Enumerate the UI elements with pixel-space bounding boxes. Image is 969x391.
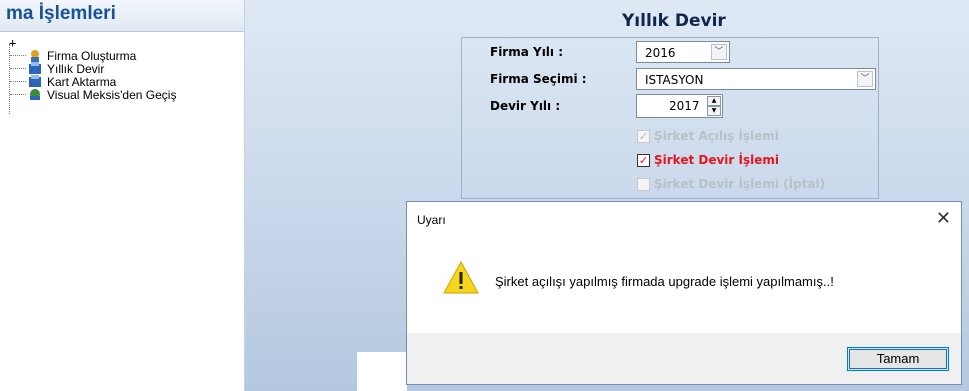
- form-title: Yıllık Devir: [622, 11, 726, 31]
- devir-yili-value: 2017: [669, 99, 700, 113]
- checkbox-sirket-devir-iptal: Şirket Devir İşlemi (İptal): [637, 177, 825, 191]
- devir-yili-spinner[interactable]: 2017 ▲ ▼: [636, 94, 723, 118]
- tree-item-label: Visual Meksis'den Geçiş: [47, 87, 177, 102]
- left-panel: ma İşlemleri + Firma Oluşturma Yıllık De…: [0, 0, 245, 391]
- tree-item-yillik-devir[interactable]: Yıllık Devir: [10, 61, 176, 76]
- spin-up-icon[interactable]: ▲: [707, 96, 721, 106]
- warning-icon: [443, 260, 479, 299]
- checkbox-label: Şirket Açılış İşlemi: [654, 129, 779, 143]
- tree-item-kart-aktarma[interactable]: Kart Aktarma: [10, 74, 176, 89]
- chevron-down-icon[interactable]: ﹀: [857, 71, 873, 87]
- checkbox-sirket-acilis: ✓ Şirket Açılış İşlemi: [637, 129, 779, 143]
- tree-item-visual-meksis[interactable]: Visual Meksis'den Geçiş: [10, 87, 177, 102]
- migration-icon: [28, 88, 42, 101]
- dialog-footer: Tamam: [407, 333, 961, 384]
- yearly-transfer-icon: [28, 62, 42, 75]
- firma-secimi-value: ISTASYON: [645, 73, 704, 87]
- checkbox-empty-icon: [637, 177, 650, 191]
- firma-yili-value: 2016: [645, 46, 676, 60]
- tree: Firma Oluşturma Yıllık Devir Kart Aktarm…: [10, 48, 177, 102]
- left-panel-title: ma İşlemleri: [6, 3, 116, 24]
- tree-item-label: Firma Oluşturma: [47, 48, 137, 63]
- spinner-buttons[interactable]: ▲ ▼: [707, 96, 721, 117]
- firm-create-icon: [28, 49, 42, 62]
- spin-down-icon[interactable]: ▼: [707, 106, 721, 116]
- warning-dialog: Uyarı ✕ Şirket açılışı yapılmış firmada …: [406, 201, 962, 385]
- tree-item-firma-olusturma[interactable]: Firma Oluşturma: [10, 48, 176, 63]
- close-icon[interactable]: ✕: [936, 208, 951, 229]
- tree-item-label: Yıllık Devir: [47, 61, 105, 76]
- tree-root-expander[interactable]: +: [9, 37, 16, 49]
- check-icon: ✓: [637, 129, 650, 143]
- background-page: [357, 352, 407, 391]
- firma-secimi-select[interactable]: ISTASYON ﹀: [636, 68, 876, 90]
- ok-button[interactable]: Tamam: [847, 347, 949, 371]
- tree-item-label: Kart Aktarma: [47, 74, 117, 89]
- firma-yili-select[interactable]: 2016 ﹀: [636, 41, 730, 63]
- dialog-title: Uyarı: [417, 213, 446, 227]
- checkbox-sirket-devir[interactable]: ✓ Şirket Devir İşlemi: [637, 153, 779, 167]
- checkbox-label: Şirket Devir İşlemi: [654, 153, 779, 167]
- checkbox-label: Şirket Devir İşlemi (İptal): [654, 177, 826, 191]
- dialog-message: Şirket açılışı yapılmış firmada upgrade …: [495, 274, 834, 289]
- firma-yili-label: Firma Yılı :: [490, 45, 564, 59]
- left-panel-header: ma İşlemleri: [0, 0, 244, 32]
- card-transfer-icon: [28, 75, 42, 88]
- check-icon[interactable]: ✓: [637, 153, 650, 167]
- chevron-down-icon[interactable]: ﹀: [711, 44, 727, 60]
- devir-yili-label: Devir Yılı :: [490, 99, 561, 113]
- firma-secimi-label: Firma Seçimi :: [490, 72, 587, 86]
